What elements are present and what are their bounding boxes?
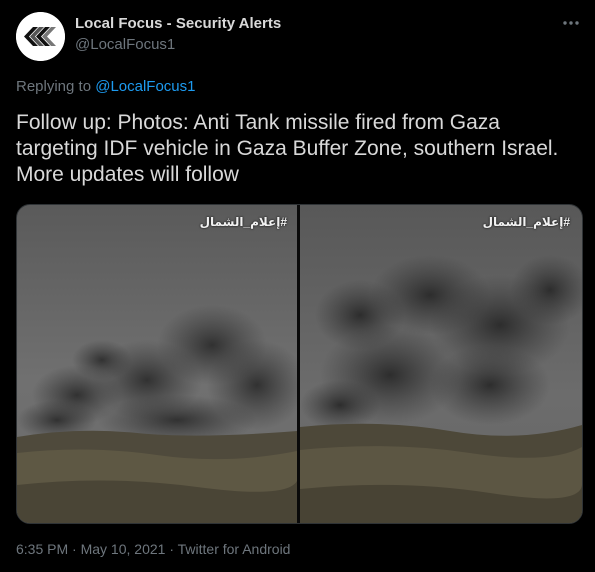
- tweet-photo-1[interactable]: #إعلام_الشمال: [17, 205, 297, 523]
- tweet-photo-2[interactable]: #إعلام_الشمال: [300, 205, 582, 523]
- more-horizontal-icon: [563, 21, 579, 25]
- tweet-text: Follow up: Photos: Anti Tank missile fir…: [16, 111, 559, 186]
- tweet-metadata: 6:35 PM · May 10, 2021 · Twitter for And…: [16, 541, 290, 557]
- reply-mention-link[interactable]: @LocalFocus1: [95, 78, 195, 95]
- more-options-button[interactable]: [556, 12, 586, 34]
- replying-to: Replying to @LocalFocus1: [16, 78, 196, 95]
- meta-separator: ·: [72, 541, 77, 557]
- meta-separator: ·: [169, 541, 174, 557]
- tweet: Local Focus - Security Alerts @LocalFocu…: [0, 0, 595, 572]
- chevron-logo-icon: [16, 12, 65, 61]
- photo-watermark: #إعلام_الشمال: [199, 215, 287, 229]
- photo-watermark: #إعلام_الشمال: [482, 215, 570, 229]
- avatar[interactable]: [16, 12, 65, 61]
- user-handle[interactable]: @LocalFocus1: [75, 36, 175, 53]
- media-grid: #إعلام_الشمال #إعلام_الشمال: [16, 204, 583, 524]
- photo-smoke-scene: [17, 205, 297, 523]
- display-name[interactable]: Local Focus - Security Alerts: [75, 15, 281, 32]
- tweet-source: Twitter for Android: [177, 541, 291, 557]
- photo-smoke-scene: [300, 205, 582, 523]
- tweet-time[interactable]: 6:35 PM: [16, 541, 68, 557]
- tweet-date[interactable]: May 10, 2021: [81, 541, 166, 557]
- replying-prefix: Replying to: [16, 78, 92, 95]
